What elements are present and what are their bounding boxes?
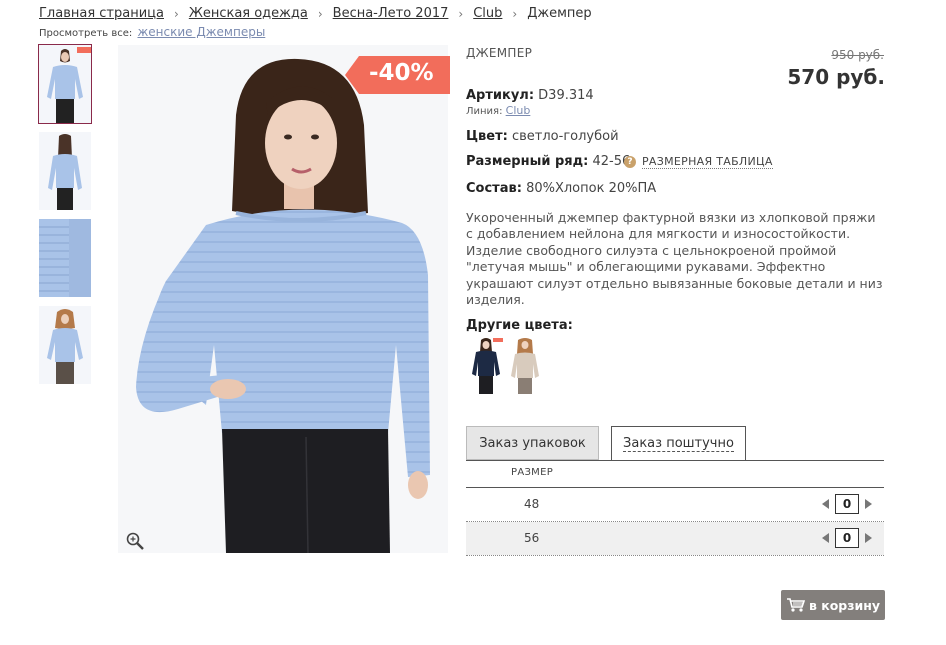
tab-order-single[interactable]: Заказ поштучно [611,426,746,461]
product-main-image[interactable] [118,45,448,553]
breadcrumb-separator: › [458,6,464,21]
size-range-field: Размерный ряд: 42-56 [466,154,630,169]
view-all-link[interactable]: женские Джемперы [137,25,265,39]
thumbnail-front[interactable] [38,44,92,124]
thumbnail-fabric-detail[interactable] [39,219,91,297]
size-chart-link[interactable]: ? РАЗМЕРНАЯ ТАБЛИЦА [624,155,773,169]
thumbnail-gallery [38,44,93,393]
composition-label: Состав: [466,181,522,196]
color-swatch-navy[interactable] [468,336,504,394]
breadcrumb-womens-clothing[interactable]: Женская одежда [189,6,308,21]
product-line: Линия: Club [466,104,530,117]
color-field: Цвет: светло-голубой [466,129,619,144]
breadcrumb-spring-summer[interactable]: Весна-Лето 2017 [333,6,449,21]
discount-badge-text: -40% [369,60,434,86]
quantity-stepper: 0 [822,494,872,514]
increase-arrow-icon[interactable] [865,533,872,543]
article-field: Артикул: D39.314 [466,88,594,103]
old-price: 950 руб. [831,48,884,62]
tab-order-single-label: Заказ поштучно [623,436,734,452]
view-all-label: Просмотреть все: [39,28,133,39]
tab-order-packs-label: Заказ упаковок [479,435,586,451]
product-type: ДЖЕМПЕР [466,46,533,60]
size-value: 56 [524,531,540,545]
product-description: Укороченный джемпер фактурной вязки из х… [466,210,883,308]
thumbnail-back[interactable] [39,132,91,210]
breadcrumb-home[interactable]: Главная страница [39,6,164,21]
size-range-label: Размерный ряд: [466,154,589,169]
discount-badge: -40% [345,56,450,94]
breadcrumb-separator: › [174,6,179,21]
composition-field: Состав: 80%Хлопок 20%ПА [466,181,656,196]
composition-value: 80%Хлопок 20%ПА [526,181,657,196]
product-line-label: Линия: [466,106,503,117]
current-price: 570 руб. [787,65,885,89]
article-label: Артикул: [466,88,535,103]
quantity-input[interactable]: 0 [835,494,859,514]
add-to-cart-button[interactable]: в корзину [781,590,885,620]
size-value: 48 [524,497,540,511]
decrease-arrow-icon[interactable] [822,533,829,543]
question-icon: ? [624,156,636,168]
color-swatch-beige[interactable] [507,336,543,394]
breadcrumb-current: Джемпер [527,6,592,21]
decrease-arrow-icon[interactable] [822,499,829,509]
view-all: Просмотреть все: женские Джемперы [39,25,265,39]
color-label: Цвет: [466,129,508,144]
other-colors-label: Другие цвета: [466,318,573,333]
quantity-input[interactable]: 0 [835,528,859,548]
tab-order-packs[interactable]: Заказ упаковок [466,426,599,460]
tabs-divider [466,460,884,461]
breadcrumb: Главная страница › Женская одежда › Весн… [39,6,592,21]
breadcrumb-separator: › [317,6,323,21]
add-to-cart-label: в корзину [808,597,881,613]
breadcrumb-club[interactable]: Club [473,6,502,21]
size-row: 48 0 [466,488,884,521]
quantity-stepper: 0 [822,528,872,548]
zoom-icon[interactable] [125,531,145,551]
row-divider [466,555,884,556]
article-value: D39.314 [538,88,594,103]
product-line-link[interactable]: Club [506,104,531,117]
increase-arrow-icon[interactable] [865,499,872,509]
thumbnail-model-2[interactable] [39,306,91,384]
size-chart-label: РАЗМЕРНАЯ ТАБЛИЦА [642,155,773,169]
cart-icon [786,597,806,613]
color-value: светло-голубой [511,129,619,144]
size-column-header: РАЗМЕР [511,467,554,478]
breadcrumb-separator: › [512,6,518,21]
size-row: 56 0 [466,522,884,555]
